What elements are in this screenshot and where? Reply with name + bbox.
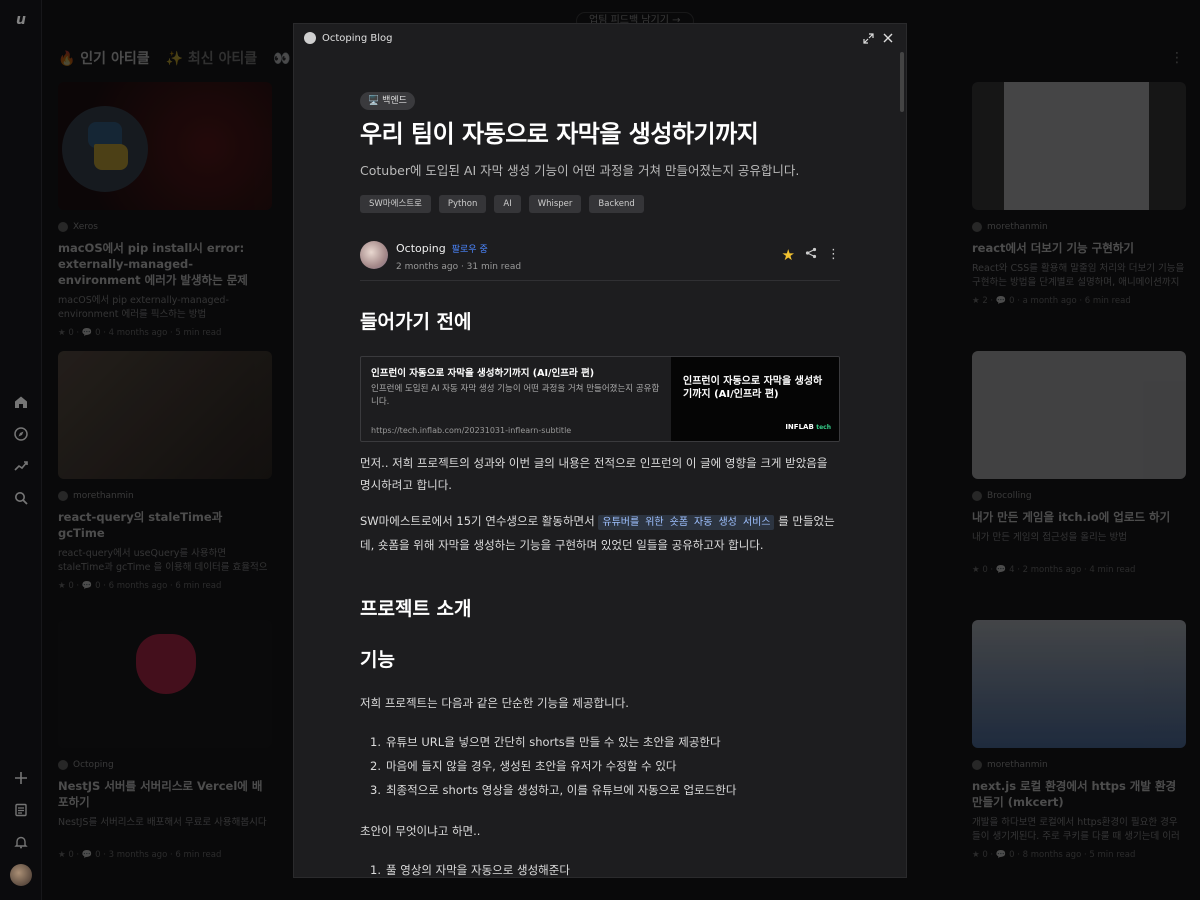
article-subtitle: Cotuber에 도입된 AI 자막 생성 기능이 어떤 과정을 거쳐 만들어졌… [360,163,800,178]
article-body: 🖥️ 백엔드 우리 팀이 자동으로 자막을 생성하기까지 Cotuber에 도입… [360,52,840,877]
author-info: Octoping 팔로우 중 2 months ago · 31 min read [396,237,521,272]
paragraph: 저희 프로젝트는 다음과 같은 단순한 기능을 제공합니다. [360,696,629,710]
inflab-logo: INFLAB tech [785,423,831,431]
tag[interactable]: Backend [589,195,644,213]
share-icon[interactable] [805,247,817,263]
tag[interactable]: AI [494,195,521,213]
post-meta: 2 months ago · 31 min read [396,262,522,272]
tag-list: SW마에스트로 Python AI Whisper Backend [360,195,840,213]
link-url: https://tech.inflab.com/20231031-inflear… [371,426,572,435]
heading-feature: 기능 [360,649,395,671]
paragraph: SW마에스트로에서 15기 연수생으로 활동하면서 유튜버를 위한 숏폼 자동 … [360,514,835,552]
modal-site-title[interactable]: Octoping Blog [322,33,393,44]
link-desc: 인프런에 도입된 AI 자동 자막 생성 기능이 어떤 과정을 거쳐 만들어졌는… [371,384,660,407]
author-row: Octoping 팔로우 중 2 months ago · 31 min read… [360,237,840,272]
list-item: 1. 풀 영상의 자막을 자동으로 생성해준다 [370,863,570,877]
scrollbar[interactable] [900,52,904,112]
heading-before: 들어가기 전에 [360,311,472,333]
heading-project: 프로젝트 소개 [360,598,472,620]
tag[interactable]: Python [438,195,487,213]
tag[interactable]: SW마에스트로 [360,195,431,213]
paragraph: 초안이 무엇이냐고 하면.. [360,824,481,838]
draft-list: 1. 풀 영상의 자막을 자동으로 생성해준다 [360,858,840,877]
list-item: 1. 유튜브 URL을 넣으면 간단히 shorts를 만들 수 있는 초안을 제… [370,735,721,749]
divider [360,280,840,281]
link-image-text: 인프런이 자동으로 자막을 생성하기까지 (AI/인프라 편) [683,376,823,400]
author-name[interactable]: Octoping [396,242,446,255]
article-actions: ★ ⋮ [782,246,840,264]
link-preview-card[interactable]: 인프런이 자동으로 자막을 생성하기까지 (AI/인프라 편) 인프런에 도입된… [360,356,840,442]
category-badge[interactable]: 🖥️ 백엔드 [360,92,415,110]
more-icon[interactable]: ⋮ [827,247,840,262]
feature-list: 1. 유튜브 URL을 넣으면 간단히 shorts를 만들 수 있는 초안을 제… [360,730,840,802]
close-icon[interactable] [880,30,896,46]
tag[interactable]: Whisper [528,195,582,213]
list-item: 2. 마음에 들지 않을 경우, 생성된 초안을 유저가 수정할 수 있다 [370,759,677,773]
star-icon[interactable]: ★ [782,246,795,264]
link-preview-image: 인프런이 자동으로 자막을 생성하기까지 (AI/인프라 편) INFLAB t… [671,357,839,441]
follow-button[interactable]: 팔로우 중 [452,245,488,255]
inline-code: 유튜버를 위한 숏폼 자동 생성 서비스 [598,515,775,530]
list-item: 3. 최종적으로 shorts 영상을 생성하고, 이를 유튜브에 자동으로 업로… [370,783,737,797]
author-avatar[interactable] [360,240,388,269]
modal-header: Octoping Blog [294,24,906,52]
expand-icon[interactable] [860,30,876,46]
site-favicon [304,32,316,44]
app-root: u 업팀 피드백 남기기 → 🔥 인기 아티클 ✨ 최신 아티클 👀 팔로 [0,0,1200,900]
link-title: 인프런이 자동으로 자막을 생성하기까지 (AI/인프라 편) [371,368,595,379]
paragraph: 먼저.. 저희 프로젝트의 성과와 이번 글의 내용은 전적으로 인프런의 이 … [360,456,828,492]
article-title: 우리 팀이 자동으로 자막을 생성하기까지 [360,120,759,148]
article-modal: Octoping Blog 🖥️ 백엔드 우리 팀이 자동으로 자막을 생성하기… [293,23,907,878]
link-preview-text: 인프런이 자동으로 자막을 생성하기까지 (AI/인프라 편) 인프런에 도입된… [361,357,671,441]
